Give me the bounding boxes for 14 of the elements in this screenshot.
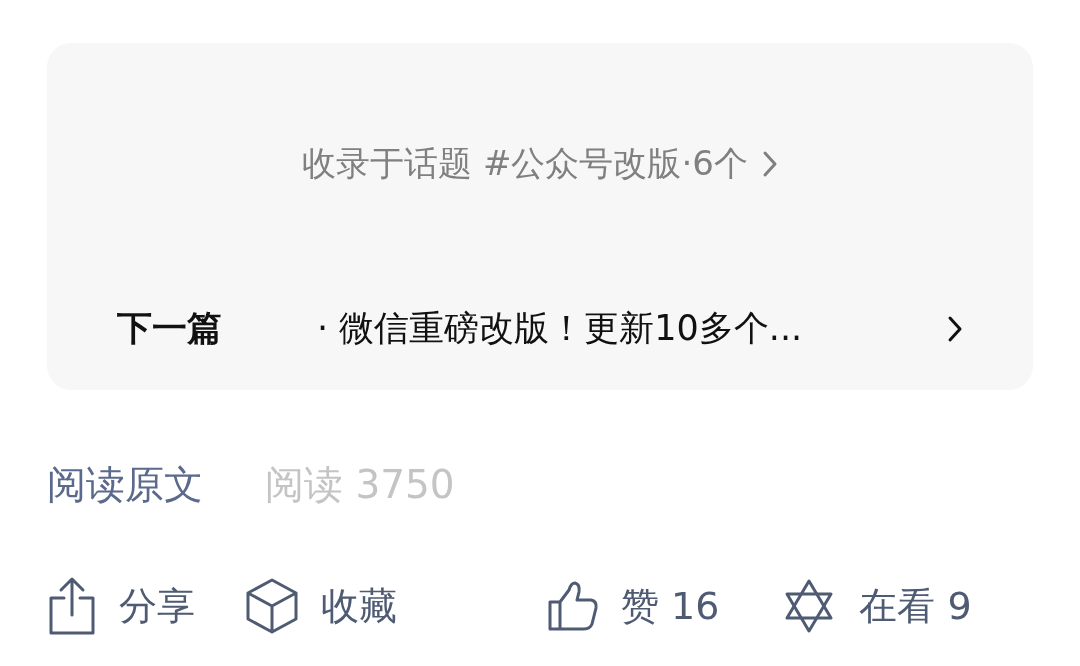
collect-button[interactable]: 收藏: [245, 577, 397, 635]
topic-link[interactable]: 收录于话题 #公众号改版·6个: [302, 141, 748, 187]
share-button[interactable]: 分享: [47, 576, 195, 636]
cube-icon: [245, 577, 299, 635]
chevron-right-icon: [761, 150, 778, 178]
chevron-right-icon: [947, 314, 963, 343]
share-icon: [47, 576, 97, 636]
like-button[interactable]: 赞 16: [547, 580, 720, 632]
read-original-link[interactable]: 阅读原文: [47, 458, 203, 512]
next-article-label: 下一篇: [117, 307, 223, 350]
thumbs-up-icon: [547, 580, 599, 632]
next-article-link[interactable]: · 微信重磅改版！更新10多个...: [317, 305, 947, 352]
read-count: 阅读 3750: [265, 461, 455, 509]
looking-button[interactable]: 在看 9: [781, 578, 972, 634]
